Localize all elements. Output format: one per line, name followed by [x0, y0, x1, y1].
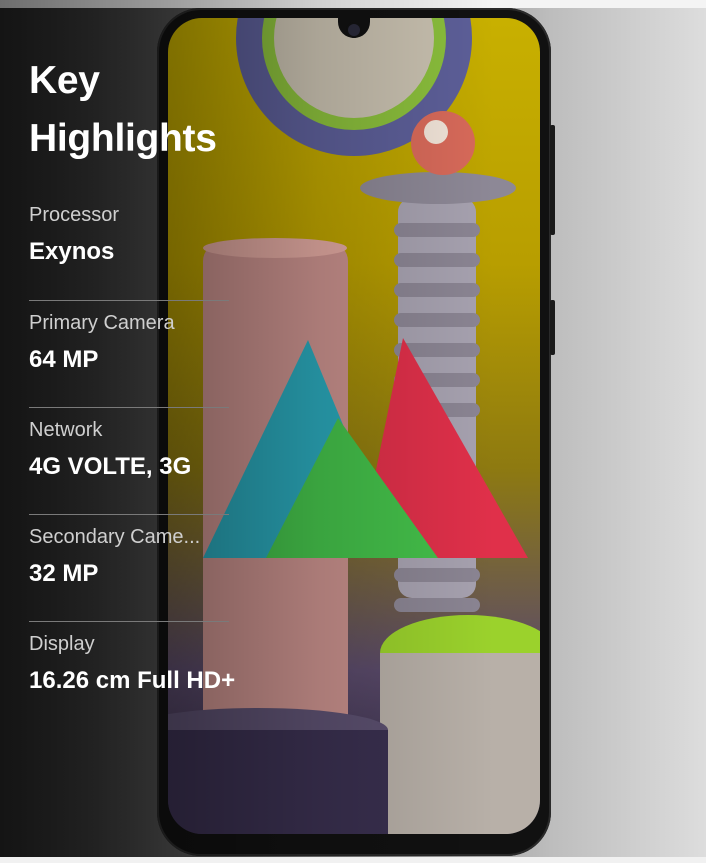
highlight-label: Network [29, 419, 103, 441]
highlight-label: Primary Camera [29, 312, 175, 334]
highlights-heading: Key Highlights [29, 59, 217, 160]
highlight-label: Processor [29, 204, 120, 226]
highlight-item-secondary-camera: Secondary Came... 32 MP [29, 515, 229, 622]
bottom-edge [0, 857, 706, 863]
product-hero: Key Highlights Processor Exynos Primary … [0, 0, 706, 863]
highlight-item-network: Network 4G VOLTE, 3G [29, 408, 229, 515]
highlight-value: 32 MP [29, 560, 99, 587]
highlight-item-processor: Processor Exynos [29, 202, 229, 301]
highlight-list: Processor Exynos Primary Camera 64 MP Ne… [29, 202, 236, 721]
highlight-value: 4G VOLTE, 3G [29, 453, 192, 480]
highlight-label: Display [29, 633, 95, 655]
highlight-item-display: Display 16.26 cm Full HD+ [29, 622, 236, 721]
highlight-label: Secondary Came... [29, 526, 201, 548]
highlights-panel: Key Highlights Processor Exynos Primary … [29, 52, 359, 721]
highlight-item-primary-camera: Primary Camera 64 MP [29, 301, 229, 408]
highlight-value: Exynos [29, 238, 115, 265]
highlight-value: 16.26 cm Full HD+ [29, 667, 236, 694]
highlight-value: 64 MP [29, 346, 99, 373]
